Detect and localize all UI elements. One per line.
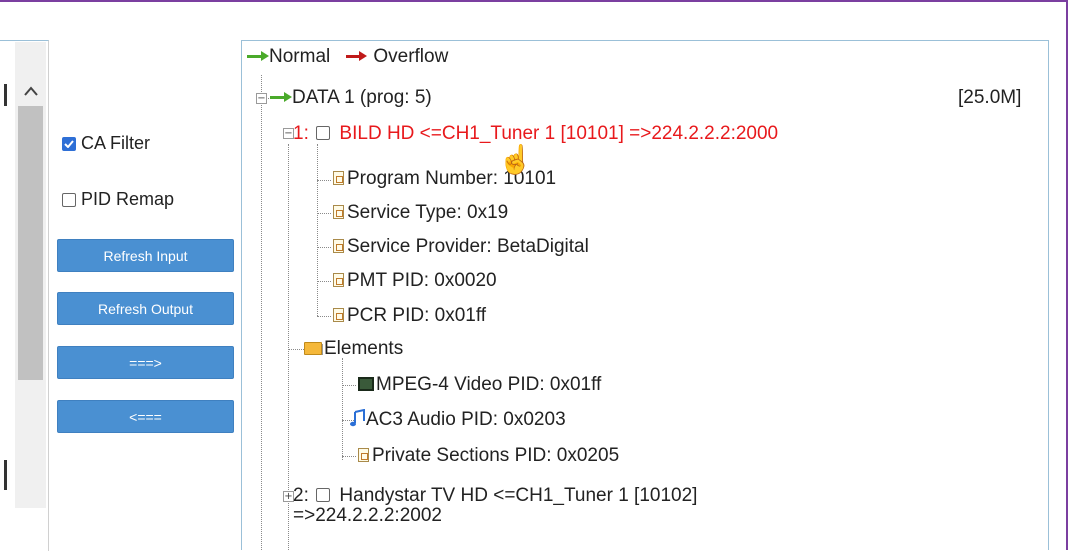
panel-edge-mark <box>4 84 7 106</box>
normal-arrow-icon <box>270 92 292 102</box>
program-number-label: 1: <box>293 123 309 144</box>
pcr-pid-text: PCR PID: 0x01ff <box>347 305 487 326</box>
hand-cursor-icon: ☝ <box>498 144 533 175</box>
legend: Normal Overflow <box>247 46 448 68</box>
refresh-input-button[interactable]: Refresh Input <box>57 239 234 272</box>
tree-line <box>317 180 331 181</box>
legend-normal: Normal <box>269 46 331 67</box>
data-rate: [25.0M] <box>958 87 1022 108</box>
tree-line <box>317 247 331 248</box>
elements-label: Elements <box>324 338 404 359</box>
service-provider-text: Service Provider: BetaDigital <box>347 236 589 257</box>
film-icon <box>358 377 374 391</box>
program-1-text: BILD HD <=CH1_Tuner 1 [10101] =>224.2.2.… <box>339 123 779 144</box>
window-frame-top <box>0 0 1068 2</box>
normal-arrow-icon <box>247 51 269 61</box>
output-tree-panel <box>241 40 1049 550</box>
forward-button[interactable]: ===> <box>57 346 234 379</box>
tree-line <box>342 456 356 457</box>
tree-leaf: MPEG-4 Video PID: 0x01ff <box>358 374 601 396</box>
service-type-text: Service Type: 0x19 <box>347 202 509 223</box>
collapse-toggle[interactable]: − <box>256 93 267 104</box>
tree-line <box>342 385 356 386</box>
panel-edge-mark <box>4 460 7 490</box>
tree-leaf: Service Provider: BetaDigital <box>333 236 589 258</box>
tree-leaf: Service Type: 0x19 <box>333 202 508 224</box>
tree-node-program-1[interactable]: 1: BILD HD <=CH1_Tuner 1 [10101] =>224.2… <box>293 123 778 145</box>
tree-line <box>317 281 331 282</box>
tree-leaf: AC3 Audio PID: 0x0203 <box>350 408 566 431</box>
pmt-pid-text: PMT PID: 0x0020 <box>347 270 497 291</box>
pid-remap-label: PID Remap <box>81 189 175 209</box>
video-pid-text: MPEG-4 Video PID: 0x01ff <box>376 374 602 395</box>
refresh-output-button[interactable]: Refresh Output <box>57 292 234 325</box>
tree-line <box>288 349 304 350</box>
program-1-checkbox[interactable] <box>316 126 331 140</box>
tree-line <box>317 316 331 317</box>
ca-filter-option[interactable]: CA Filter <box>62 133 150 154</box>
document-icon <box>333 171 344 185</box>
tree-leaf: PCR PID: 0x01ff <box>333 305 486 327</box>
private-sections-text: Private Sections PID: 0x0205 <box>372 445 620 466</box>
chevron-up-icon <box>23 86 38 96</box>
document-icon <box>333 205 344 219</box>
pid-remap-option[interactable]: PID Remap <box>62 189 174 210</box>
scroll-up-button[interactable] <box>15 78 46 104</box>
program-number-label: 2: <box>293 485 309 506</box>
document-icon <box>333 308 344 322</box>
pid-remap-checkbox[interactable] <box>62 192 76 207</box>
tree-node-data[interactable]: DATA 1 (prog: 5) <box>270 87 432 109</box>
tree-leaf: PMT PID: 0x0020 <box>333 270 497 292</box>
tree-line <box>288 144 289 550</box>
back-button[interactable]: <=== <box>57 400 234 433</box>
document-icon <box>333 239 344 253</box>
tree-line <box>261 75 262 550</box>
program-2-text-line2: =>224.2.2.2:2002 <box>293 505 442 526</box>
scrollbar-thumb[interactable] <box>18 106 43 380</box>
data-node-label: DATA 1 (prog: 5) <box>292 87 432 108</box>
document-icon <box>358 448 369 462</box>
tree-node-elements[interactable]: Elements <box>304 338 403 360</box>
tree-node-program-2[interactable]: 2: Handystar TV HD <=CH1_Tuner 1 [10102]… <box>293 486 697 526</box>
program-2-checkbox[interactable] <box>316 488 331 502</box>
folder-icon <box>304 342 322 355</box>
tree-line <box>317 144 318 316</box>
document-icon <box>333 273 344 287</box>
ca-filter-label: CA Filter <box>81 133 151 153</box>
checkmark-icon <box>64 139 74 148</box>
tree-leaf: Private Sections PID: 0x0205 <box>358 445 619 467</box>
ca-filter-checkbox[interactable] <box>62 136 76 151</box>
tree-line <box>342 358 343 460</box>
audio-pid-text: AC3 Audio PID: 0x0203 <box>366 409 566 430</box>
music-note-icon <box>350 408 365 427</box>
overflow-arrow-icon <box>346 51 368 61</box>
program-2-text-line1: Handystar TV HD <=CH1_Tuner 1 [10102] <box>339 485 698 506</box>
legend-overflow: Overflow <box>373 46 449 67</box>
tree-line <box>317 213 331 214</box>
